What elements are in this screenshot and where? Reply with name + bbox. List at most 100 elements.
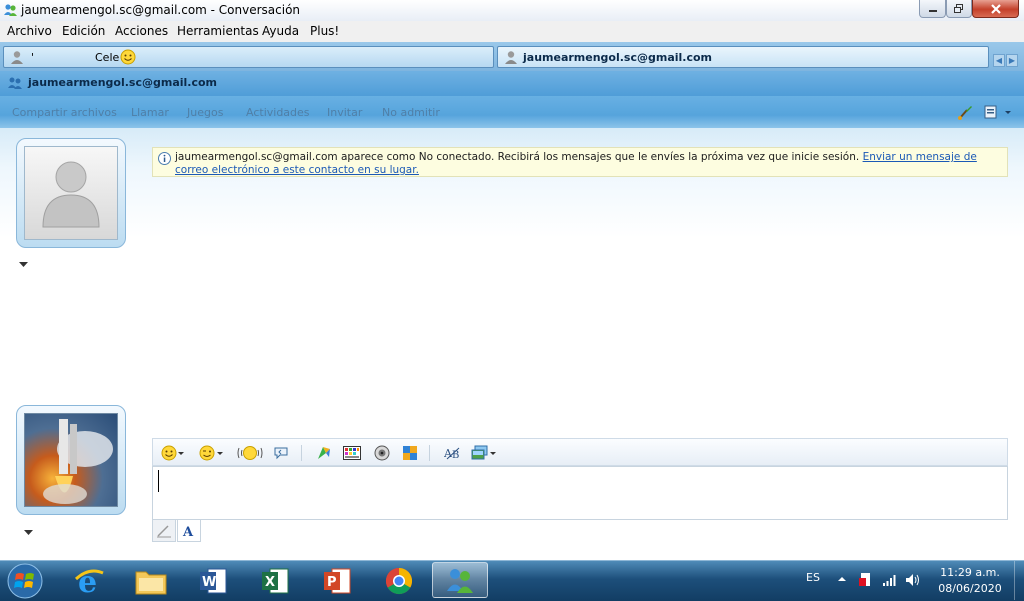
font-a-icon: A: [182, 525, 194, 538]
conversation-title: jaumearmengol.sc@gmail.com: [28, 76, 218, 89]
internet-explorer-icon: e: [74, 565, 104, 597]
message-history[interactable]: [152, 178, 1008, 433]
invite-button[interactable]: Invitar: [327, 106, 362, 119]
tab-label: ': [31, 51, 35, 64]
call-button[interactable]: Llamar: [131, 106, 169, 119]
wink-button[interactable]: [198, 444, 224, 462]
action-center-icon[interactable]: [858, 572, 872, 588]
games-button[interactable]: Juegos: [187, 106, 223, 119]
chevron-down-icon: [490, 451, 496, 455]
pictures-icon: [471, 445, 488, 460]
tab-label: jaumearmengol.sc@gmail.com: [523, 51, 713, 64]
window-title: jaumearmengol.sc@gmail.com - Conversació…: [21, 3, 301, 17]
input-mode-tabs: A: [152, 520, 202, 542]
toolbar-divider: [301, 445, 302, 461]
offline-notice: jaumearmengol.sc@gmail.com aparece como …: [152, 147, 1008, 177]
font-button[interactable]: AB: [444, 444, 462, 462]
volume-icon[interactable]: [905, 573, 921, 587]
taskbar-internet-explorer[interactable]: e: [62, 563, 116, 598]
clock[interactable]: 11:29 a.m. 08/06/2020: [930, 565, 1010, 597]
tab-scroll-right-button[interactable]: ▶: [1006, 54, 1018, 67]
title-bar: jaumearmengol.sc@gmail.com - Conversació…: [0, 0, 1024, 21]
taskbar-excel[interactable]: X: [248, 563, 302, 598]
contacts-icon: [8, 77, 22, 89]
menu-acciones[interactable]: Acciones: [115, 24, 168, 38]
spell-font-icon: AB: [444, 447, 459, 461]
chevron-down-icon[interactable]: [19, 262, 28, 268]
activities-button[interactable]: Actividades: [246, 106, 310, 119]
background-grid-icon: [343, 446, 361, 460]
text-tab[interactable]: A: [177, 520, 201, 542]
start-button[interactable]: [4, 561, 46, 600]
maximize-button[interactable]: [946, 0, 972, 18]
wink-animation-button[interactable]: [315, 444, 333, 462]
conversation-header: jaumearmengol.sc@gmail.com: [0, 71, 1024, 96]
svg-text:P: P: [327, 575, 337, 590]
tab-cele[interactable]: ' Cele: [3, 46, 494, 68]
default-user-icon: [42, 161, 100, 228]
chevron-down-icon: [217, 451, 223, 455]
block-button[interactable]: No admitir: [382, 106, 440, 119]
taskbar-word[interactable]: W: [186, 563, 240, 598]
voice-clip-button[interactable]: [273, 444, 289, 462]
show-desktop-button[interactable]: [1014, 561, 1024, 600]
notice-text: jaumearmengol.sc@gmail.com aparece como …: [175, 151, 995, 177]
nudge-icon: [237, 446, 263, 460]
word-icon: W: [200, 568, 227, 593]
menu-ayuda[interactable]: Ayuda: [262, 24, 299, 38]
smiley-icon: [161, 445, 177, 461]
network-icon[interactable]: [882, 573, 898, 587]
handwriting-tab[interactable]: [152, 520, 176, 542]
menu-edicion[interactable]: Edición: [62, 24, 105, 38]
tab-scroll-left-button[interactable]: ◀: [993, 54, 1005, 67]
conversation-tabs: ' Cele jaumearmengol.sc@gmail.com: [0, 42, 1024, 71]
pen-icon: [157, 524, 171, 537]
taskbar-chrome[interactable]: [372, 563, 426, 598]
emoticon-toolbar: AB: [152, 438, 1008, 466]
send-files-button[interactable]: [471, 444, 497, 462]
speaker-icon: [374, 445, 390, 461]
text-cursor: [158, 470, 159, 492]
menu-herramientas[interactable]: Herramientas: [177, 24, 259, 38]
language-indicator[interactable]: ES: [806, 571, 820, 584]
winks-icon: [318, 447, 330, 459]
chrome-icon: [385, 567, 413, 594]
chevron-down-icon[interactable]: [24, 530, 33, 536]
contact-avatar: [24, 146, 118, 240]
message-input[interactable]: [152, 466, 1008, 520]
menu-bar: Archivo Edición Acciones Herramientas Ay…: [0, 21, 1024, 43]
toolbar-divider: [429, 445, 430, 461]
sound-button[interactable]: [374, 444, 390, 462]
minimize-button[interactable]: [919, 0, 946, 18]
menu-archivo[interactable]: Archivo: [7, 24, 52, 38]
info-icon: [158, 152, 171, 165]
svg-text:W: W: [202, 575, 216, 590]
messenger-icon: [4, 4, 17, 16]
windows-logo-icon: [7, 563, 43, 598]
action-toolbar: Compartir archivos Llamar Juegos Activid…: [0, 96, 1024, 128]
show-hidden-icons-icon[interactable]: [838, 576, 846, 582]
smiley-icon: [120, 49, 136, 65]
paintbrush-icon[interactable]: [957, 104, 974, 121]
games-icon-button[interactable]: [402, 444, 418, 462]
nudge-button[interactable]: [237, 444, 263, 462]
clock-date: 08/06/2020: [938, 582, 1002, 595]
tab-jaumearmengol[interactable]: jaumearmengol.sc@gmail.com: [497, 46, 989, 68]
taskbar-file-explorer[interactable]: [124, 563, 178, 598]
speech-bubble-icon: [274, 447, 288, 460]
contact-avatar-frame[interactable]: [16, 138, 126, 248]
taskbar-powerpoint[interactable]: P: [310, 563, 364, 598]
taskbar-messenger-active[interactable]: [432, 562, 488, 598]
file-explorer-icon: [135, 571, 167, 594]
background-button[interactable]: [343, 444, 361, 462]
menu-options-icon[interactable]: [984, 105, 1012, 120]
close-button[interactable]: [972, 0, 1019, 18]
emoticon-button[interactable]: [161, 444, 185, 462]
own-avatar-frame[interactable]: [16, 405, 126, 515]
share-files-button[interactable]: Compartir archivos: [12, 106, 117, 119]
chevron-left-icon: ◀: [995, 56, 1003, 65]
menu-plus[interactable]: Plus!: [310, 24, 339, 38]
shuttle-launch-image: [43, 419, 113, 504]
own-avatar-rocket-image: [24, 413, 118, 507]
powerpoint-icon: P: [324, 568, 351, 593]
